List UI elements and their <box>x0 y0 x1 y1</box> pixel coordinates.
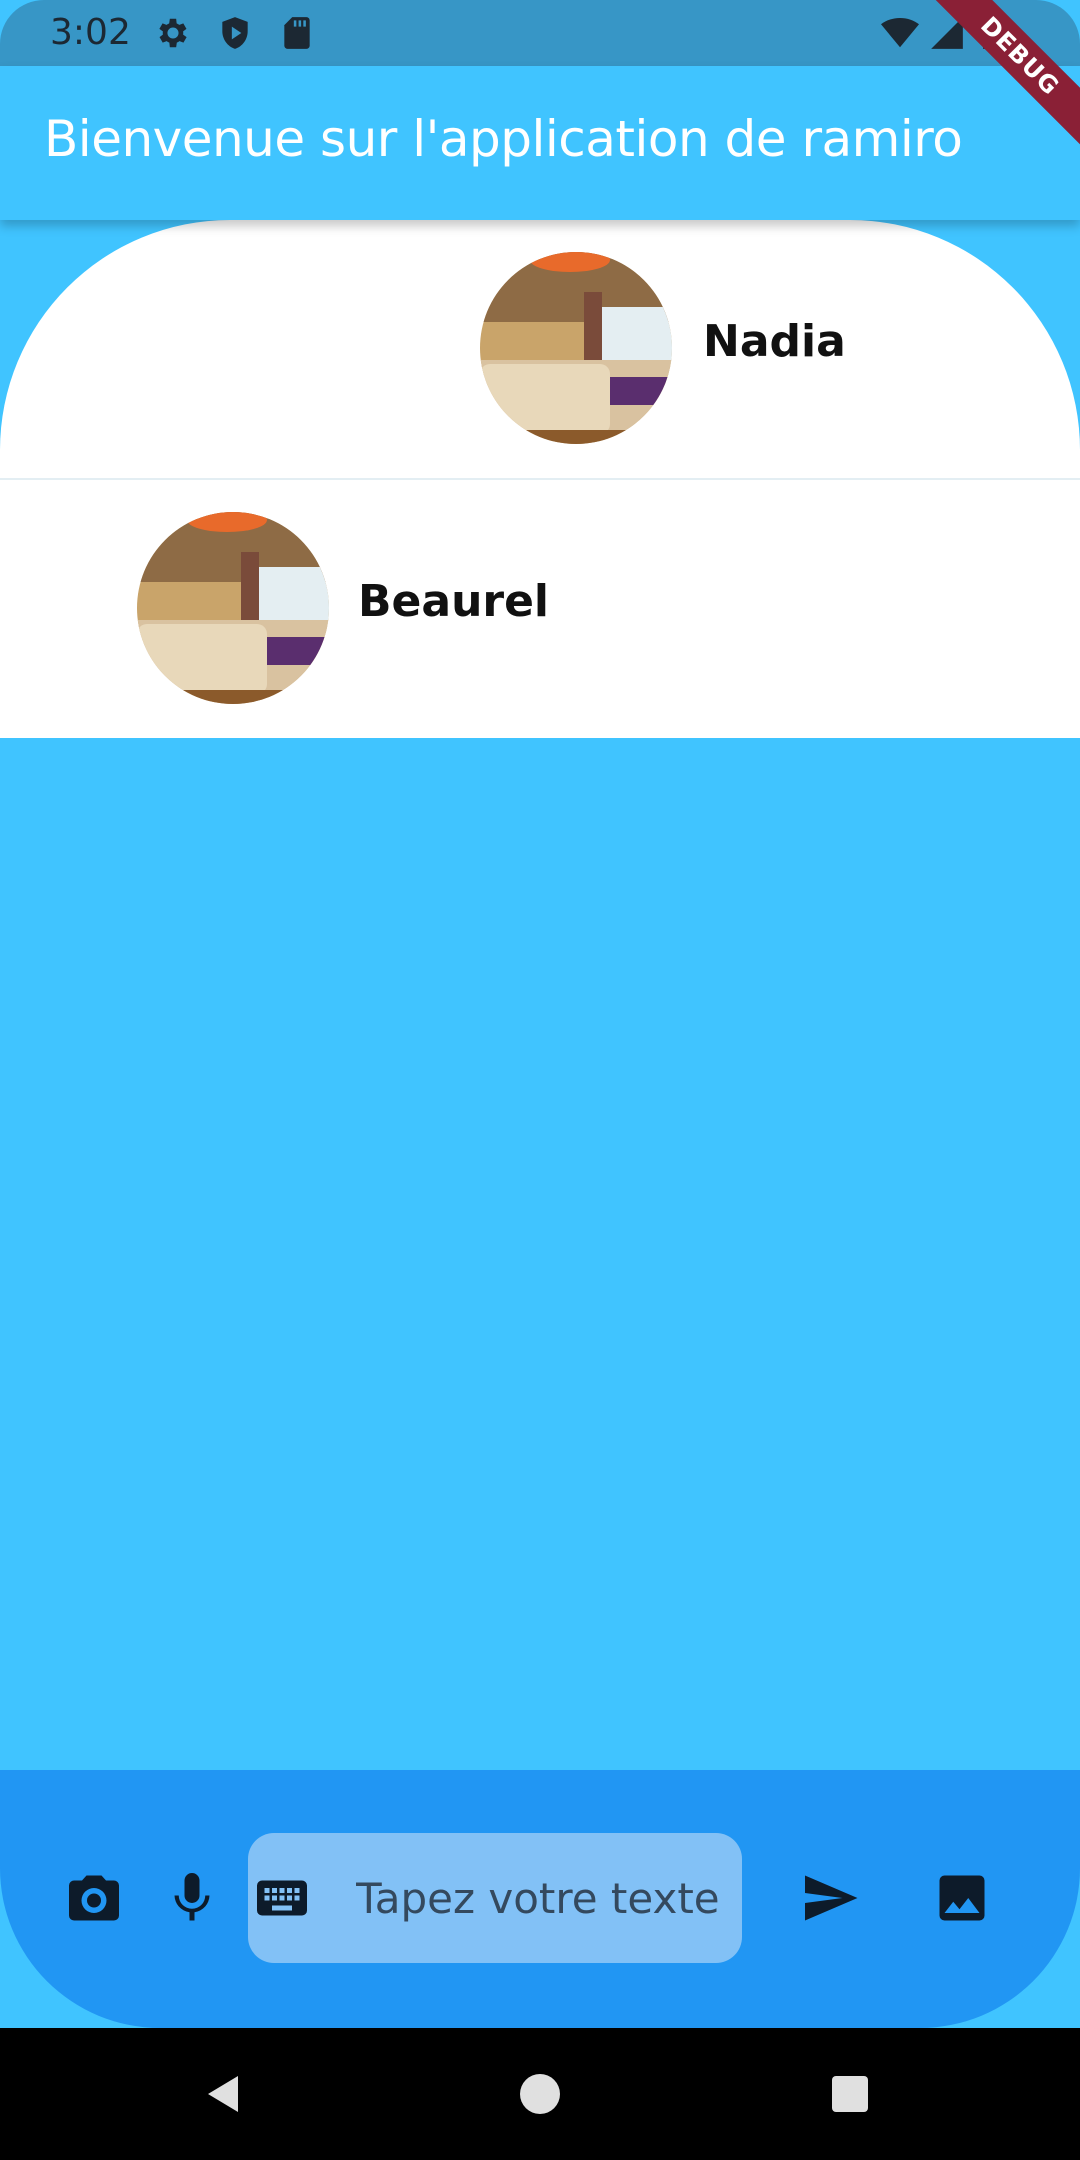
contact-item-nadia[interactable]: Nadia <box>0 220 1080 478</box>
message-composer <box>0 1770 1080 2028</box>
status-bar: 3:02 <box>0 0 1080 66</box>
text-input-box[interactable] <box>248 1833 742 1963</box>
app-title: Bienvenue sur l'application de ramiro <box>44 110 963 168</box>
avatar <box>480 252 672 444</box>
shield-icon <box>222 17 248 49</box>
status-time: 3:02 <box>50 12 131 53</box>
bedroom-photo <box>137 512 329 704</box>
sd-card-icon <box>284 17 310 49</box>
back-icon[interactable] <box>200 2070 248 2118</box>
message-input[interactable] <box>356 1833 736 1963</box>
app-bar: Bienvenue sur l'application de ramiro <box>0 66 1080 220</box>
recents-icon[interactable] <box>826 2070 874 2118</box>
send-icon[interactable] <box>800 1868 860 1928</box>
contact-name: Nadia <box>703 316 846 367</box>
gear-icon <box>159 18 187 48</box>
system-nav-bar <box>0 2028 1080 2160</box>
avatar <box>137 512 329 704</box>
camera-icon[interactable] <box>64 1868 124 1928</box>
contact-item-beaurel[interactable]: Beaurel <box>0 478 1080 738</box>
image-icon[interactable] <box>932 1868 992 1928</box>
bedroom-photo <box>480 252 672 444</box>
keyboard-icon <box>257 1880 307 1916</box>
contact-name: Beaurel <box>358 576 550 627</box>
home-icon[interactable] <box>516 2070 564 2118</box>
mic-icon[interactable] <box>162 1868 222 1928</box>
wifi-icon <box>881 17 919 48</box>
